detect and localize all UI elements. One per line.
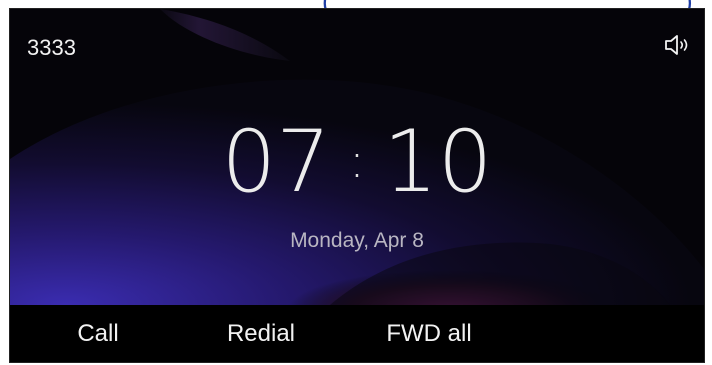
clock: 07:10 [10,111,704,212]
clock-minutes: 10 [383,112,493,212]
line-extension: 3333 [27,35,76,60]
clock-hours: 07 [221,112,331,212]
speaker-volume-icon[interactable] [664,33,694,57]
softkey-bar: Call Redial FWD all [10,305,704,362]
clock-separator: : [348,133,366,189]
softkey-fwd-all[interactable]: FWD all [344,305,514,362]
idle-screen: 3333 07:10 Monday, Apr 8 [10,9,704,305]
date-label: Monday, Apr 8 [290,229,424,252]
softkey-redial[interactable]: Redial [176,305,346,362]
phone-display: 3333 07:10 Monday, Apr 8 Call Redial FWD… [9,8,705,363]
softkey-call[interactable]: Call [13,305,183,362]
